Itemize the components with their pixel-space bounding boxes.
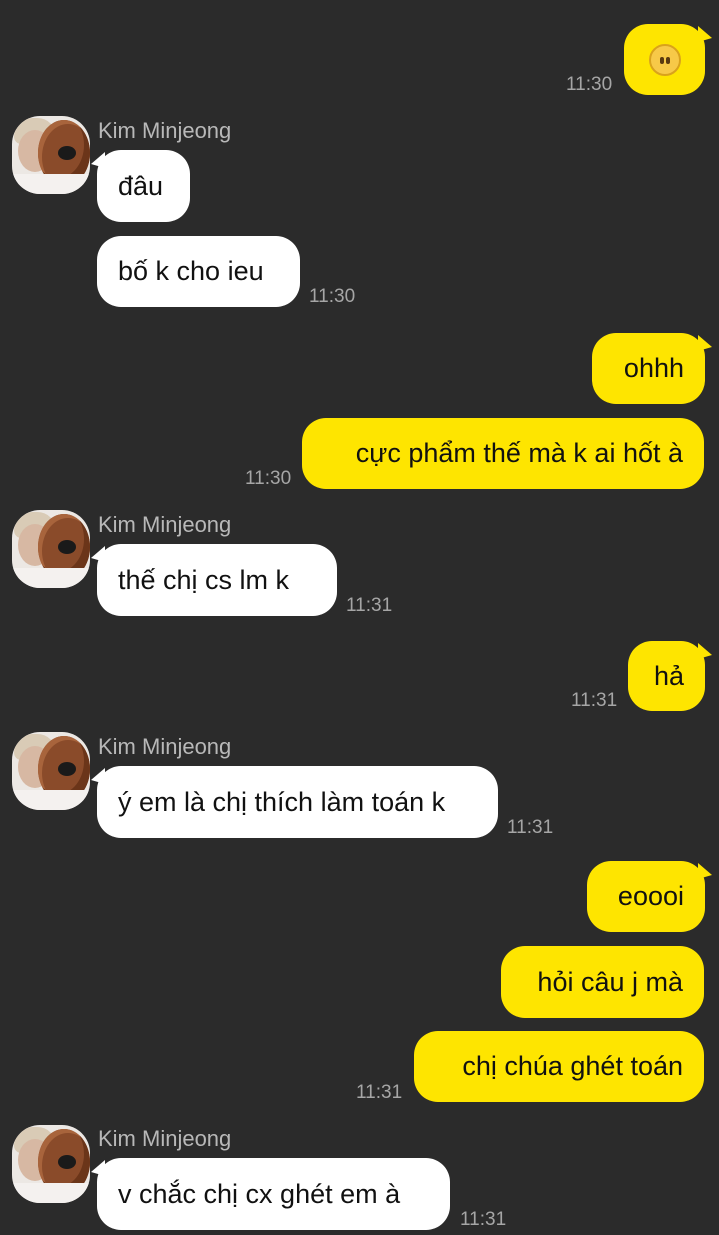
message-text: v chắc chị cx ghét em à (118, 1178, 401, 1209)
message-timestamp: 11:31 (507, 817, 554, 838)
my-message-bubble[interactable]: eoooi (587, 861, 705, 932)
contact-avatar[interactable] (12, 1125, 90, 1203)
bubble-tail (698, 26, 712, 42)
message-text: chị chúa ghét toán (462, 1051, 683, 1081)
my-message-bubble[interactable]: cực phẩm thế mà k ai hốt à (302, 418, 704, 489)
message-timestamp: 11:31 (571, 690, 618, 711)
message-text: bố k cho ieu (118, 256, 264, 286)
message-text: ohhh (623, 353, 684, 383)
my-message-bubble[interactable] (624, 24, 705, 95)
contact-name: Kim Minjeong (98, 1126, 232, 1151)
their-message-bubble[interactable]: thế chị cs lm k (97, 544, 337, 616)
message-text: hỏi câu j mà (537, 966, 683, 997)
bubble-tail (698, 863, 712, 879)
my-message-bubble[interactable]: chị chúa ghét toán (414, 1031, 704, 1102)
message-timestamp: 11:30 (566, 74, 613, 95)
bubble-tail (698, 335, 712, 351)
contact-avatar[interactable] (12, 116, 90, 194)
message-timestamp: 11:31 (346, 595, 393, 616)
message-timestamp: 11:30 (245, 468, 292, 489)
their-message-bubble[interactable]: v chắc chị cx ghét em à (97, 1158, 450, 1230)
message-text: hả (653, 660, 684, 691)
contact-name: Kim Minjeong (98, 118, 232, 143)
message-text: cực phẩm thế mà k ai hốt à (355, 438, 683, 468)
contact-name: Kim Minjeong (98, 734, 232, 759)
message-timestamp: 11:30 (309, 286, 356, 307)
message-timestamp: 11:31 (356, 1082, 403, 1103)
my-message-bubble[interactable]: ohhh (592, 333, 705, 404)
my-message-bubble[interactable]: hả (628, 641, 705, 711)
my-message-bubble[interactable]: hỏi câu j mà (501, 946, 704, 1018)
their-message-bubble[interactable]: ý em là chị thích làm toán k (97, 766, 498, 838)
message-timestamp: 11:31 (460, 1209, 507, 1230)
bubble-tail (698, 643, 712, 659)
contact-name: Kim Minjeong (98, 512, 232, 537)
neutral-face-emoji-icon (648, 43, 681, 76)
message-text: eoooi (617, 881, 684, 911)
contact-avatar[interactable] (12, 732, 90, 810)
their-message-bubble[interactable]: bố k cho ieu (97, 236, 300, 307)
message-text: đâu (118, 170, 164, 201)
their-message-bubble[interactable]: đâu (97, 150, 190, 222)
message-text: ý em là chị thích làm toán k (118, 786, 446, 817)
message-text: thế chị cs lm k (118, 564, 290, 595)
contact-avatar[interactable] (12, 510, 90, 588)
